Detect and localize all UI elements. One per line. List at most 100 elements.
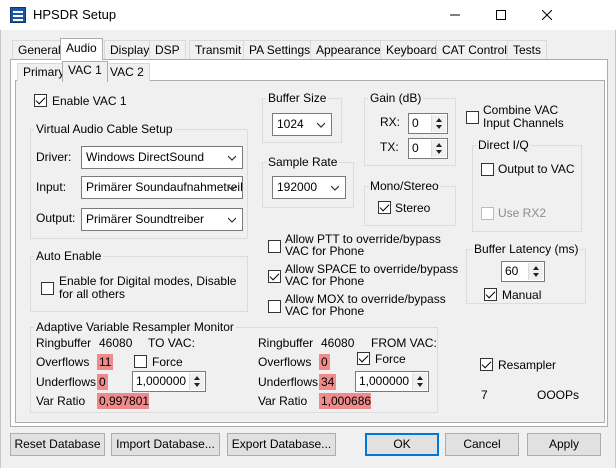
tab-dsp[interactable]: DSP [149,40,186,59]
tab-display[interactable]: Display [104,40,156,59]
stereo-checkbox[interactable] [378,201,391,214]
cancel-button[interactable]: Cancel [445,433,519,456]
to-vac-underflows-value: 0 [97,374,108,390]
output-select[interactable]: Primärer Soundtreiber [81,208,243,231]
allow-space-checkbox[interactable] [268,270,281,283]
output-value: Primärer Soundtreiber [86,212,205,226]
allow-ptt-line2: VAC for Phone [285,244,365,258]
input-label: Input: [36,180,67,194]
auto-enable-checkbox[interactable] [41,282,54,295]
to-vac-overflows-label: Overflows [36,355,90,369]
enable-vac-label: Enable VAC 1 [52,94,127,108]
input-select[interactable]: Primärer Soundaufnahmetreiber [81,176,243,199]
use-rx2-label: Use RX2 [498,206,547,220]
maximize-button[interactable] [478,0,524,30]
to-vac-force-value: 1,000000 [136,374,187,388]
buffer-latency-title: Buffer Latency (ms) [472,242,581,256]
driver-label: Driver: [36,150,72,164]
spin-arrows-icon[interactable] [528,263,543,280]
auto-enable-line2: for all others [59,287,126,301]
buffer-size-title: Buffer Size [266,91,329,105]
from-vac-overflows-value: 0 [319,354,330,370]
gain-title: Gain (dB) [368,91,424,105]
tab-appearance[interactable]: Appearance [310,40,387,59]
from-vac-force-label: Force [375,352,406,366]
from-vac-ringbuffer-value: 46080 [321,336,355,350]
to-vac-force-stepper[interactable]: 1,000000 [132,371,206,392]
ooops-count: 7 [481,388,488,402]
apply-button[interactable]: Apply [527,433,601,456]
chevron-down-icon [331,185,339,191]
ooops-label: OOOPs [537,388,580,402]
spin-arrows-icon[interactable] [431,115,446,132]
use-rx2-checkbox[interactable] [481,207,494,220]
from-vac-var-ratio-value: 1,000686 [319,393,372,409]
gain-rx-stepper[interactable]: 0 [408,113,448,134]
from-vac-force-value: 1,000000 [359,374,410,388]
import-database-button[interactable]: Import Database... [111,433,220,456]
reset-database-button[interactable]: Reset Database [10,433,105,456]
spin-arrows-icon[interactable] [189,373,204,390]
allow-mox-line2: VAC for Phone [285,304,365,318]
enable-vac-checkbox[interactable] [34,94,47,107]
gain-rx-label: RX: [380,115,401,129]
spin-arrows-icon[interactable] [412,373,427,390]
driver-select[interactable]: Windows DirectSound [81,146,243,169]
to-vac-var-ratio-value: 0,997801 [97,393,150,409]
app-icon [10,7,26,23]
manual-latency-label: Manual [502,288,542,302]
buffer-latency-value: 60 [505,264,519,278]
tab-audio[interactable]: Audio [60,38,103,60]
sample-rate-select[interactable]: 192000 [272,176,346,199]
resampler-label: Resampler [498,358,557,372]
auto-enable-label: Enable for Digital modes, Disable for al… [59,275,236,301]
from-vac-underflows-label: Underflows [258,375,319,389]
mono-stereo-title: Mono/Stereo [368,179,441,193]
output-to-vac-checkbox[interactable] [481,163,494,176]
buffer-size-select[interactable]: 1024 [272,113,332,136]
to-vac-var-ratio-label: Var Ratio [36,394,86,408]
tab-tests[interactable]: Tests [507,40,548,59]
to-vac-force-checkbox[interactable] [134,355,147,368]
allow-ptt-checkbox[interactable] [268,240,281,253]
tab-transmit[interactable]: Transmit [189,40,248,59]
tab-pa-settings[interactable]: PA Settings [243,40,317,59]
gain-tx-value: 0 [412,141,419,155]
from-vac-overflows-label: Overflows [258,355,312,369]
buffer-latency-stepper[interactable]: 60 [501,261,545,282]
combine-vac-checkbox[interactable] [466,111,479,124]
minimize-button[interactable] [432,0,478,30]
subtab-vac1[interactable]: VAC 1 [62,61,108,82]
chevron-down-icon [228,155,236,161]
manual-latency-checkbox[interactable] [484,288,497,301]
from-vac-var-ratio-label: Var Ratio [258,394,308,408]
input-value: Primärer Soundaufnahmetreiber [86,180,243,194]
from-vac-force-checkbox[interactable] [357,352,370,365]
allow-space-line2: VAC for Phone [285,274,365,288]
tab-general[interactable]: General [12,40,67,59]
sample-rate-title: Sample Rate [266,155,340,169]
allow-mox-checkbox[interactable] [268,300,281,313]
allow-ptt-label: Allow PTT to override/bypass VAC for Pho… [285,233,441,257]
resampler-checkbox[interactable] [480,358,493,371]
to-vac-ringbuffer-value: 46080 [99,336,133,350]
ok-button[interactable]: OK [365,433,439,456]
driver-value: Windows DirectSound [86,150,205,164]
window-title: HPSDR Setup [33,7,117,22]
to-vac-force-label: Force [152,355,183,369]
chevron-down-icon [317,122,325,128]
gain-tx-stepper[interactable]: 0 [408,138,448,159]
spin-arrows-icon[interactable] [431,140,446,157]
maximize-icon [496,10,506,20]
to-vac-ringbuffer-label: Ringbuffer [36,336,92,350]
resampler-monitor-title: Adaptive Variable Resampler Monitor [34,320,236,334]
tab-cat-control[interactable]: CAT Control [436,40,513,59]
chevron-down-icon [228,185,236,191]
to-vac-heading: TO VAC: [148,336,195,350]
tab-keyboard[interactable]: Keyboard [380,40,444,59]
from-vac-force-stepper[interactable]: 1,000000 [355,371,429,392]
close-button[interactable] [524,0,570,30]
export-database-button[interactable]: Export Database... [227,433,336,456]
from-vac-heading: FROM VAC: [371,336,437,350]
subtab-vac2[interactable]: VAC 2 [104,63,150,81]
